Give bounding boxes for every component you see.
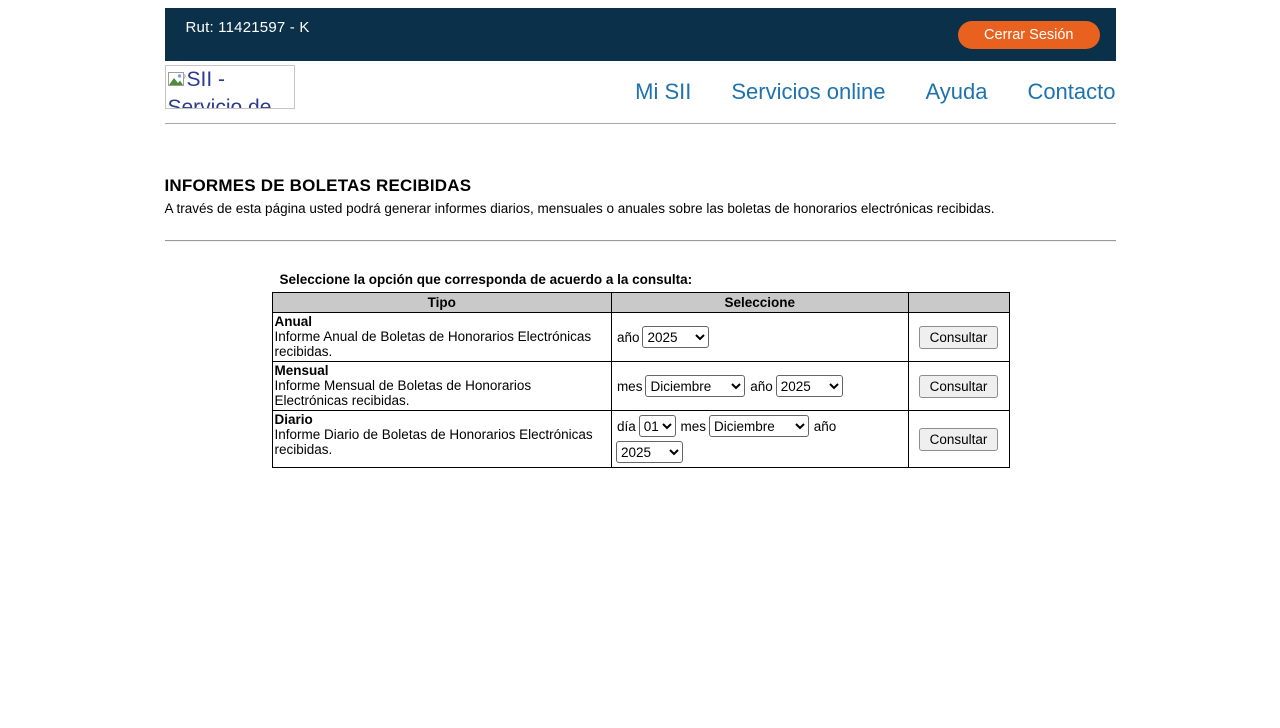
main-nav: Mi SII Servicios online Ayuda Contacto — [635, 79, 1115, 105]
year-select-mensual[interactable]: 2025 — [776, 375, 843, 397]
divider — [165, 240, 1116, 242]
rut-label: Rut: 11421597 - K — [186, 19, 310, 36]
row-type-cell: DiarioInforme Diario de Boletas de Honor… — [272, 411, 611, 468]
table-row-anual: AnualInforme Anual de Boletas de Honorar… — [272, 313, 1009, 362]
nav-mi-sii[interactable]: Mi SII — [635, 79, 691, 105]
year-label: año — [617, 330, 640, 345]
month-select-diario[interactable]: Diciembre — [709, 415, 809, 437]
row-button-cell: Consultar — [908, 362, 1009, 411]
page-title: INFORMES DE BOLETAS RECIBIDAS — [165, 176, 1116, 196]
consultar-button-mensual[interactable]: Consultar — [919, 375, 999, 398]
row-type-description: Informe Diario de Boletas de Honorarios … — [275, 427, 593, 457]
header-empty — [908, 293, 1009, 313]
nav-ayuda[interactable]: Ayuda — [925, 79, 987, 105]
row-button-cell: Consultar — [908, 411, 1009, 468]
row-type-cell: MensualInforme Mensual de Boletas de Hon… — [272, 362, 611, 411]
year-label: año — [814, 419, 837, 434]
row-type-label: Diario — [275, 412, 608, 427]
session-topbar: Rut: 11421597 - K Cerrar Sesión — [165, 8, 1116, 61]
row-controls-cell: día01 mesDiciembre año 2025 — [611, 411, 908, 468]
page-container: Rut: 11421597 - K Cerrar Sesión SII - Se… — [165, 8, 1116, 468]
nav-contacto[interactable]: Contacto — [1027, 79, 1115, 105]
row-type-label: Mensual — [275, 363, 608, 378]
row-type-cell: AnualInforme Anual de Boletas de Honorar… — [272, 313, 611, 362]
month-label: mes — [617, 379, 643, 394]
row-type-label: Anual — [275, 314, 608, 329]
year-label: año — [750, 379, 773, 394]
broken-image-icon — [168, 69, 186, 95]
table-header-row: Tipo Seleccione — [272, 293, 1009, 313]
day-label: día — [617, 419, 636, 434]
header-seleccione: Seleccione — [611, 293, 908, 313]
row-controls-cell: año2025 — [611, 313, 908, 362]
table-row-diario: DiarioInforme Diario de Boletas de Honor… — [272, 411, 1009, 468]
header-tipo: Tipo — [272, 293, 611, 313]
row-type-description: Informe Anual de Boletas de Honorarios E… — [275, 329, 592, 359]
row-type-description: Informe Mensual de Boletas de Honorarios… — [275, 378, 532, 408]
year-select-anual[interactable]: 2025 — [642, 326, 709, 348]
year-select-diario[interactable]: 2025 — [616, 441, 683, 463]
sii-logo[interactable]: SII - Servicio de — [165, 65, 295, 109]
consultar-button-anual[interactable]: Consultar — [919, 326, 999, 349]
logout-button[interactable]: Cerrar Sesión — [958, 21, 1099, 49]
report-options-table: Tipo Seleccione AnualInforme Anual de Bo… — [272, 292, 1010, 468]
day-select-diario[interactable]: 01 — [639, 415, 676, 437]
row-button-cell: Consultar — [908, 313, 1009, 362]
row-controls-cell: mesDiciembre año2025 — [611, 362, 908, 411]
page-description: A través de esta página usted podrá gene… — [165, 201, 1116, 216]
site-header: SII - Servicio de Mi SII Servicios onlin… — [165, 61, 1116, 124]
month-select-mensual[interactable]: Diciembre — [645, 375, 745, 397]
selection-prompt: Seleccione la opción que corresponda de … — [280, 272, 1116, 287]
table-row-mensual: MensualInforme Mensual de Boletas de Hon… — [272, 362, 1009, 411]
consultar-button-diario[interactable]: Consultar — [919, 428, 999, 451]
month-label: mes — [680, 419, 706, 434]
nav-servicios-online[interactable]: Servicios online — [731, 79, 885, 105]
